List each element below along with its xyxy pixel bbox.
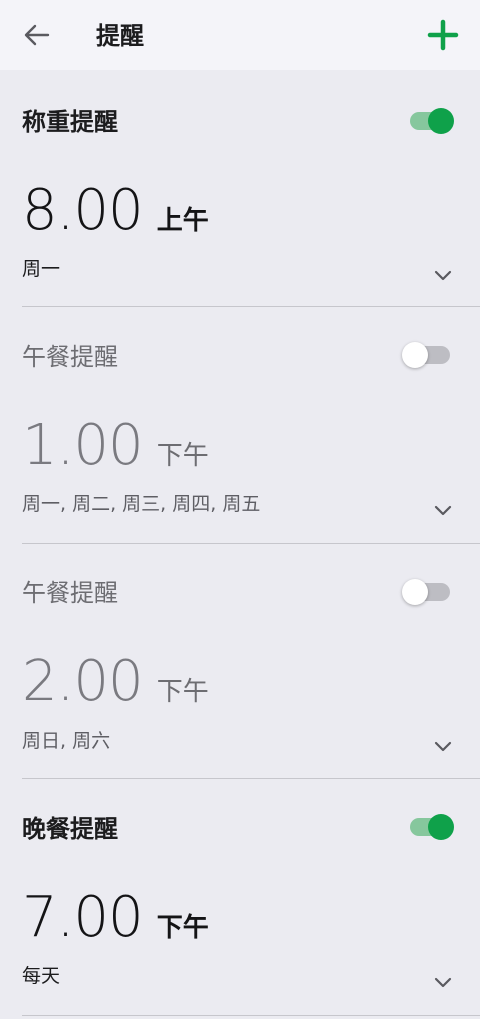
reminder-toggle[interactable] <box>402 338 456 372</box>
app-bar: 提醒 <box>0 0 480 70</box>
time-value: 8.00 <box>22 178 144 243</box>
time-period: 下午 <box>156 441 209 471</box>
divider <box>22 1015 480 1016</box>
toggle-thumb <box>428 814 454 840</box>
reminder-card-weigh[interactable]: 称重提醒 8.00 上午 周一 <box>0 70 480 307</box>
reminder-toggle[interactable] <box>402 575 456 609</box>
reminder-time[interactable]: 8.00 上午 <box>22 178 209 243</box>
reminder-time[interactable]: 7.00 下午 <box>22 885 209 950</box>
reminder-title: 午餐提醒 <box>22 579 118 607</box>
reminder-toggle[interactable] <box>404 810 456 844</box>
reminder-toggle[interactable] <box>404 104 456 138</box>
arrow-left-icon[interactable] <box>22 20 52 50</box>
reminder-title: 午餐提醒 <box>22 343 118 371</box>
toggle-thumb <box>428 108 454 134</box>
time-value: 2.00 <box>22 649 144 714</box>
time-period: 上午 <box>156 206 209 236</box>
chevron-down-icon[interactable] <box>432 739 454 753</box>
time-period: 下午 <box>156 913 209 943</box>
reminder-card-dinner[interactable]: 晚餐提醒 7.00 下午 每天 <box>0 779 480 1019</box>
time-period: 下午 <box>156 677 209 707</box>
reminder-title: 称重提醒 <box>22 108 118 136</box>
reminder-days: 周一, 周二, 周三, 周四, 周五 <box>22 493 261 515</box>
reminder-days: 每天 <box>22 965 61 987</box>
reminder-days: 周日, 周六 <box>22 730 111 752</box>
reminder-card-lunch-2[interactable]: 午餐提醒 2.00 下午 周日, 周六 <box>0 543 480 779</box>
reminder-time[interactable]: 2.00 下午 <box>22 649 209 714</box>
reminder-days: 周一 <box>22 258 61 280</box>
page-title: 提醒 <box>96 22 144 50</box>
chevron-down-icon[interactable] <box>432 503 454 517</box>
toggle-thumb <box>402 579 428 605</box>
plus-icon[interactable] <box>426 18 460 52</box>
reminder-time[interactable]: 1.00 下午 <box>22 413 209 478</box>
chevron-down-icon[interactable] <box>432 975 454 989</box>
time-value: 1.00 <box>22 413 144 478</box>
chevron-down-icon[interactable] <box>432 268 454 282</box>
time-value: 7.00 <box>22 885 144 950</box>
reminder-card-lunch-1[interactable]: 午餐提醒 1.00 下午 周一, 周二, 周三, 周四, 周五 <box>0 307 480 544</box>
reminder-title: 晚餐提醒 <box>22 815 118 843</box>
toggle-thumb <box>402 342 428 368</box>
